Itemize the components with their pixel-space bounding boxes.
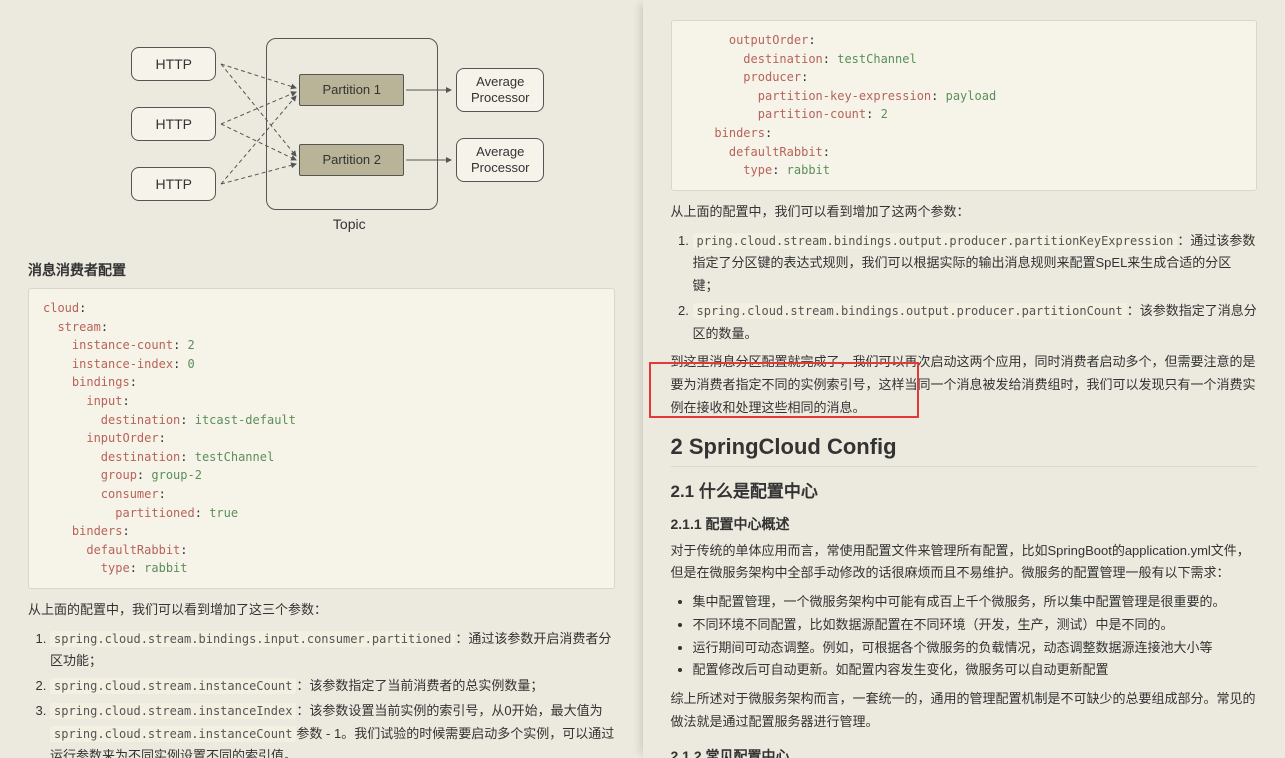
code-inline: spring.cloud.stream.instanceCount: [50, 678, 296, 694]
list-item: pring.cloud.stream.bindings.output.produ…: [693, 230, 1258, 298]
code-inline: pring.cloud.stream.bindings.output.produ…: [693, 233, 1178, 249]
code-inline: spring.cloud.stream.instanceIndex: [50, 703, 296, 719]
list-item: spring.cloud.stream.bindings.input.consu…: [50, 628, 615, 674]
heading-2-1-1: 2.1.1 配置中心概述: [671, 514, 1258, 534]
para-consumer-intro: 从上面的配置中，我们可以看到增加了这三个参数：: [28, 599, 615, 622]
list-config-needs: 集中配置管理，一个微服务架构中可能有成百上千个微服务，所以集中配置管理是很重要的…: [671, 591, 1258, 682]
list-item: 不同环境不同配置，比如数据源配置在不同环境（开发，生产，测试）中是不同的。: [693, 614, 1258, 637]
code-consumer-config: cloud: stream: instance-count: 2 instanc…: [28, 288, 615, 589]
diagram-partition-2: Partition 2: [299, 144, 404, 176]
page-left: HTTP HTTP HTTP Partition 1 Partition 2 A…: [0, 0, 643, 758]
list-consumer-params: spring.cloud.stream.bindings.input.consu…: [28, 628, 615, 758]
diagram-http-2: HTTP: [131, 107, 216, 141]
list-item: spring.cloud.stream.instanceIndex：该参数设置当…: [50, 700, 615, 758]
list-item: 集中配置管理，一个微服务架构中可能有成百上千个微服务，所以集中配置管理是很重要的…: [693, 591, 1258, 614]
heading-2-1-2: 2.1.2 常见配置中心: [671, 746, 1258, 758]
text: ：该参数设置当前实例的索引号，从0开始，最大值为: [296, 703, 602, 718]
code-producer-continued: outputOrder: destination: testChannel pr…: [671, 20, 1258, 191]
diagram-avg-1: Average Processor: [456, 68, 544, 112]
para-producer-intro: 从上面的配置中，我们可以看到增加了这两个参数：: [671, 201, 1258, 224]
page-right: outputOrder: destination: testChannel pr…: [643, 0, 1285, 758]
list-item: spring.cloud.stream.bindings.output.prod…: [693, 300, 1258, 346]
code-inline: spring.cloud.stream.instanceCount: [50, 726, 296, 742]
heading-consumer-config: 消息消费者配置: [28, 260, 615, 280]
code-inline: spring.cloud.stream.bindings.input.consu…: [50, 631, 455, 647]
diagram-partition-1: Partition 1: [299, 74, 404, 106]
diagram-avg-2: Average Processor: [456, 138, 544, 182]
heading-2-1: 2.1 什么是配置中心: [671, 477, 1258, 502]
diagram-topic-label: Topic: [319, 216, 379, 232]
text: ：该参数指定了当前消费者的总实例数量；: [296, 678, 543, 693]
diagram-topic-box: [266, 38, 438, 210]
architecture-diagram: HTTP HTTP HTTP Partition 1 Partition 2 A…: [71, 20, 571, 250]
list-producer-params: pring.cloud.stream.bindings.output.produ…: [671, 230, 1258, 346]
list-item: 运行期间可动态调整。例如，可根据各个微服务的负载情况，动态调整数据源连接池大小等: [693, 637, 1258, 660]
list-item: 配置修改后可自动更新。如配置内容发生变化，微服务可以自动更新配置: [693, 659, 1258, 682]
heading-springcloud-config: 2 SpringCloud Config: [671, 434, 1258, 467]
para-211: 对于传统的单体应用而言，常使用配置文件来管理所有配置，比如SpringBoot的…: [671, 540, 1258, 586]
list-item: spring.cloud.stream.instanceCount：该参数指定了…: [50, 675, 615, 698]
diagram-http-3: HTTP: [131, 167, 216, 201]
para-211-summary: 综上所述对于微服务架构而言，一套统一的，通用的管理配置机制是不可缺少的总要组成部…: [671, 688, 1258, 734]
red-highlight-box: [649, 362, 919, 418]
code-inline: spring.cloud.stream.bindings.output.prod…: [693, 303, 1127, 319]
diagram-http-1: HTTP: [131, 47, 216, 81]
